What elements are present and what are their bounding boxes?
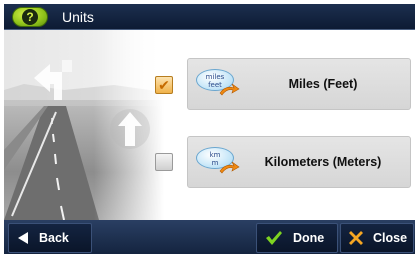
icon-text-miles: miles bbox=[205, 73, 225, 81]
back-arrow-icon bbox=[17, 231, 29, 245]
close-button[interactable]: Close bbox=[340, 223, 414, 253]
option-miles-feet[interactable]: miles feet Miles (Feet) bbox=[187, 58, 411, 110]
help-button[interactable]: ? bbox=[12, 6, 48, 27]
turn-left-arrow-icon bbox=[34, 60, 72, 100]
back-label: Back bbox=[39, 231, 69, 245]
bottom-toolbar: Back Done Close bbox=[4, 220, 415, 254]
road-illustration bbox=[4, 30, 164, 220]
option-kilometers-meters[interactable]: km m Kilometers (Meters) bbox=[187, 136, 411, 188]
content-area: ✔ miles feet Miles (Feet) km m Kilometer… bbox=[4, 30, 415, 220]
page-title: Units bbox=[62, 8, 94, 25]
done-label: Done bbox=[293, 231, 325, 245]
units-dialog: ? Units ✔ miles feet Miles (Feet) km m K… bbox=[0, 0, 419, 255]
back-button[interactable]: Back bbox=[8, 223, 92, 253]
title-bar: ? Units bbox=[4, 4, 415, 30]
option-label: Kilometers (Meters) bbox=[264, 155, 382, 169]
miles-checkbox[interactable]: ✔ bbox=[155, 76, 173, 94]
kilometers-checkbox[interactable] bbox=[155, 153, 173, 171]
checkmark-icon: ✔ bbox=[158, 77, 170, 93]
miles-feet-bubble-icon: miles feet bbox=[196, 67, 242, 101]
straight-arrow-icon bbox=[110, 109, 150, 149]
icon-text-km: km bbox=[209, 151, 221, 159]
close-label: Close bbox=[373, 231, 408, 245]
checkmark-icon bbox=[265, 230, 283, 246]
km-m-bubble-icon: km m bbox=[196, 145, 242, 179]
done-button[interactable]: Done bbox=[256, 223, 338, 253]
close-icon bbox=[349, 231, 363, 245]
question-mark-icon: ? bbox=[22, 8, 38, 25]
option-label: Miles (Feet) bbox=[288, 77, 358, 91]
